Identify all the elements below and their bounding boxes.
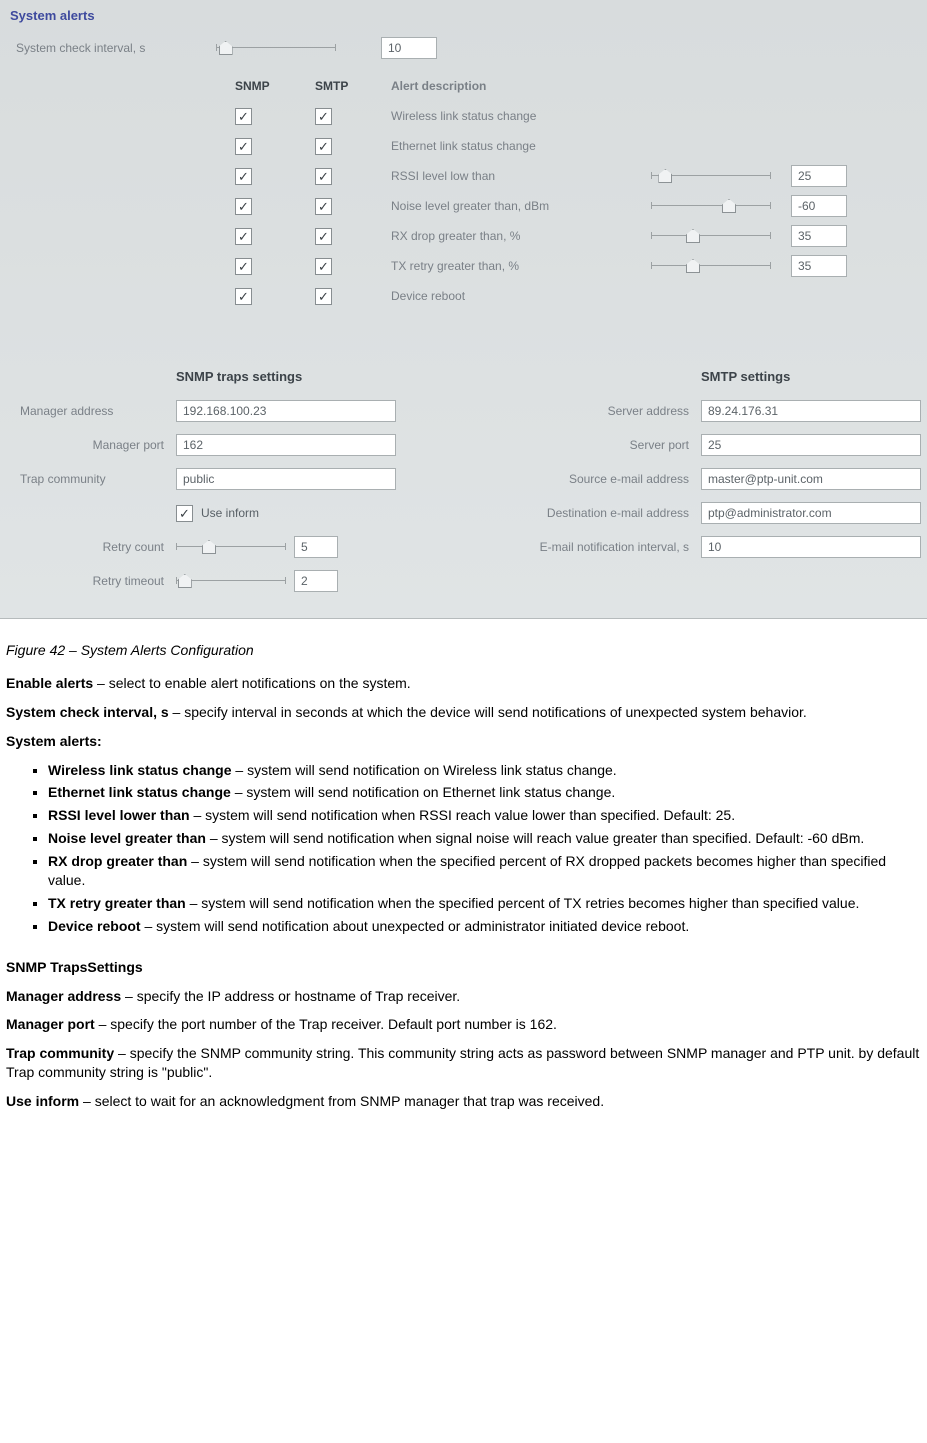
alert-row: ✓ ✓ Wireless link status change [6,101,921,131]
alert-row: ✓ ✓ TX retry greater than, % [6,251,921,281]
alert-description: Noise level greater than, dBm [391,199,651,213]
snmp-traps-doc-header: SNMP TrapsSettings [6,958,921,977]
retry-count-label: Retry count [6,540,176,554]
alert-slider[interactable] [651,168,771,184]
manager-port-input[interactable] [176,434,396,456]
alert-description: RX drop greater than, % [391,229,651,243]
source-email-input[interactable] [701,468,921,490]
smtp-checkbox[interactable]: ✓ [315,258,332,275]
header-smtp: SMTP [311,79,391,93]
alert-slider[interactable] [651,198,771,214]
list-item: Wireless link status change – system wil… [48,761,921,780]
interval-label: System check interval, s [6,41,216,55]
list-item: Ethernet link status change – system wil… [48,783,921,802]
use-inform-label: Use inform [201,506,259,520]
source-email-label: Source e-mail address [441,472,701,486]
server-port-label: Server port [441,438,701,452]
documentation-text: Figure 42 – System Alerts Configuration … [0,619,927,1151]
interval-input[interactable] [381,37,437,59]
trap-community-input[interactable] [176,468,396,490]
snmp-checkbox[interactable]: ✓ [235,288,252,305]
retry-count-input[interactable] [294,536,338,558]
dest-email-input[interactable] [701,502,921,524]
snmp-checkbox[interactable]: ✓ [235,198,252,215]
interval-slider[interactable] [216,40,336,56]
alert-row: ✓ ✓ Noise level greater than, dBm [6,191,921,221]
manager-address-input[interactable] [176,400,396,422]
snmp-checkbox[interactable]: ✓ [235,138,252,155]
snmp-checkbox[interactable]: ✓ [235,228,252,245]
snmp-checkbox[interactable]: ✓ [235,108,252,125]
smtp-checkbox[interactable]: ✓ [315,198,332,215]
list-item: Noise level greater than – system will s… [48,829,921,848]
server-port-input[interactable] [701,434,921,456]
trap-community-label: Trap community [6,472,176,486]
alert-slider[interactable] [651,228,771,244]
system-alerts-heading: System alerts: [6,732,921,751]
alert-description: Wireless link status change [391,109,651,123]
alert-description: Ethernet link status change [391,139,651,153]
smtp-checkbox[interactable]: ✓ [315,168,332,185]
system-alerts-panel: System alerts System check interval, s S… [0,0,927,619]
header-desc: Alert description [391,79,651,93]
alert-row: ✓ ✓ Ethernet link status change [6,131,921,161]
alert-value-input[interactable] [791,195,847,217]
panel-title: System alerts [6,6,921,33]
alert-row: ✓ ✓ RX drop greater than, % [6,221,921,251]
smtp-checkbox[interactable]: ✓ [315,228,332,245]
retry-timeout-slider[interactable] [176,573,286,589]
snmp-traps-header: SNMP traps settings [6,361,441,394]
alert-description: RSSI level low than [391,169,651,183]
retry-timeout-label: Retry timeout [6,574,176,588]
alert-value-input[interactable] [791,225,847,247]
smtp-checkbox[interactable]: ✓ [315,138,332,155]
use-inform-checkbox[interactable]: ✓ [176,505,193,522]
snmp-checkbox[interactable]: ✓ [235,168,252,185]
alert-value-input[interactable] [791,255,847,277]
server-address-input[interactable] [701,400,921,422]
smtp-header: SMTP settings [441,361,921,394]
alert-row: ✓ ✓ RSSI level low than [6,161,921,191]
list-item: RX drop greater than – system will send … [48,852,921,890]
header-snmp: SNMP [231,79,311,93]
manager-address-label: Manager address [6,404,176,418]
notif-interval-label: E-mail notification interval, s [441,540,701,554]
notif-interval-input[interactable] [701,536,921,558]
dest-email-label: Destination e-mail address [441,506,701,520]
smtp-checkbox[interactable]: ✓ [315,288,332,305]
smtp-checkbox[interactable]: ✓ [315,108,332,125]
list-item: Device reboot – system will send notific… [48,917,921,936]
retry-count-slider[interactable] [176,539,286,555]
retry-timeout-input[interactable] [294,570,338,592]
manager-port-label: Manager port [6,438,176,452]
enable-alerts-term: Enable alerts [6,675,93,691]
alert-row: ✓ ✓ Device reboot [6,281,921,311]
figure-caption: Figure 42 – System Alerts Configuration [6,641,921,660]
alert-description: Device reboot [391,289,651,303]
alert-description: TX retry greater than, % [391,259,651,273]
alerts-bullet-list: Wireless link status change – system wil… [6,761,921,936]
snmp-checkbox[interactable]: ✓ [235,258,252,275]
list-item: TX retry greater than – system will send… [48,894,921,913]
server-address-label: Server address [441,404,701,418]
system-check-term: System check interval, s [6,704,169,720]
alert-value-input[interactable] [791,165,847,187]
list-item: RSSI level lower than – system will send… [48,806,921,825]
alert-slider[interactable] [651,258,771,274]
